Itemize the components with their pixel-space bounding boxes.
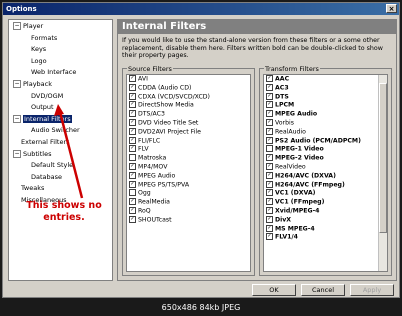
annotation-text: This shows no entries. — [26, 200, 102, 223]
image-frame: Options × − Player Formats Keys Logo Web Inte… — [0, 0, 402, 316]
arrow-line — [58, 111, 84, 199]
arrow-head — [54, 104, 64, 116]
image-footer: 650x486 84kb JPEG — [161, 303, 241, 312]
annotation-arrow — [54, 104, 84, 199]
